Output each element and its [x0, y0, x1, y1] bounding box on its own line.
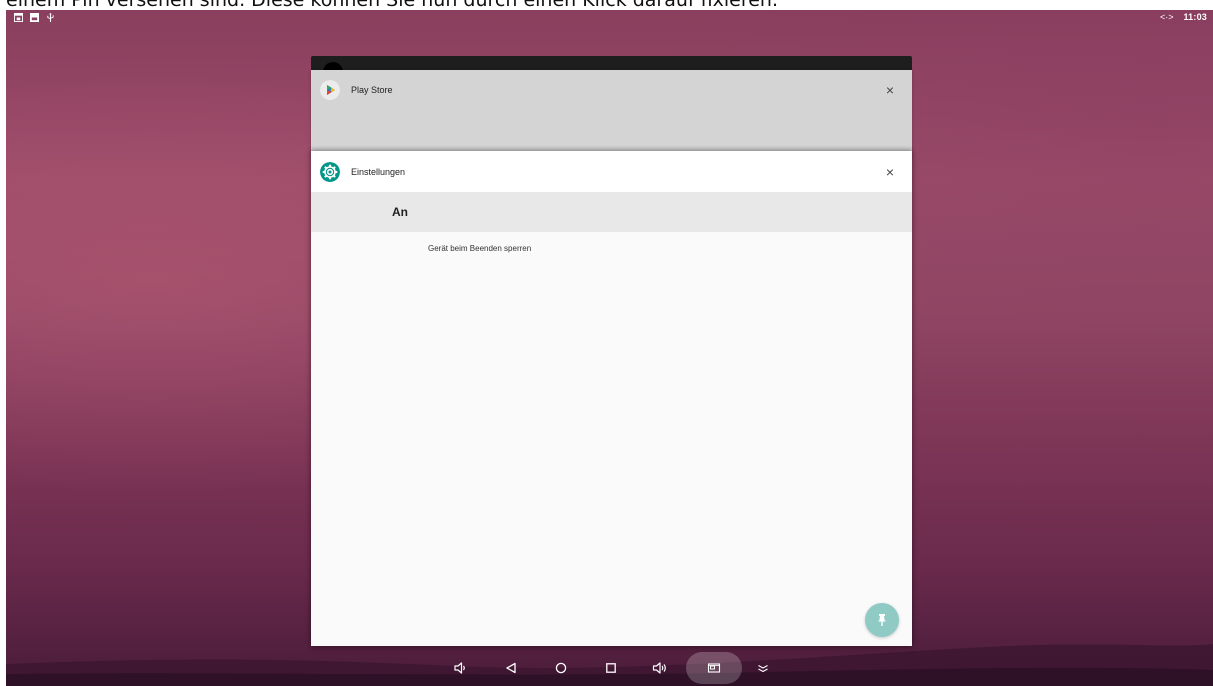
recents-card-background-app[interactable]	[311, 56, 912, 82]
usb-icon	[47, 13, 54, 22]
screenshot-button[interactable]	[703, 659, 725, 677]
back-button[interactable]	[500, 659, 522, 677]
screenshot-icon	[14, 13, 23, 22]
back-icon	[506, 662, 516, 674]
card-title-play-store: Play Store	[351, 85, 393, 95]
screenshot-icon	[707, 663, 721, 673]
home-icon	[555, 662, 567, 674]
card-header: Einstellungen ×	[311, 151, 912, 192]
home-button[interactable]	[550, 659, 572, 677]
volume-down-button[interactable]	[449, 659, 471, 677]
pin-button[interactable]	[865, 603, 899, 637]
navigation-bar	[6, 650, 1213, 686]
android-screen: <·> 11:03 Play Store × Einstellungen × A…	[6, 10, 1213, 686]
toggle-state-row[interactable]: An	[311, 192, 912, 232]
recents-button[interactable]	[600, 659, 622, 677]
volume-up-icon	[652, 662, 666, 674]
volume-down-icon	[454, 662, 465, 674]
volume-up-button[interactable]	[649, 659, 671, 677]
close-play-store-button[interactable]: ×	[882, 82, 898, 98]
toggle-state-label: An	[392, 205, 408, 219]
settings-gear-icon	[320, 161, 340, 182]
recents-icon	[606, 663, 616, 673]
card-title-settings: Einstellungen	[351, 166, 406, 177]
recents-card-settings[interactable]: Einstellungen × An Gerät beim Beenden sp…	[311, 151, 912, 646]
sync-indicator: <·>	[1159, 12, 1174, 22]
status-clock: 11:03	[1183, 12, 1207, 22]
play-store-icon	[320, 80, 340, 100]
page-caption: einem Pin versehen sind. Diese können Si…	[0, 0, 1213, 10]
lock-on-exit-option[interactable]: Gerät beim Beenden sperren	[428, 244, 531, 253]
card-header: Play Store ×	[311, 70, 912, 110]
status-bar: <·> 11:03	[6, 10, 1213, 28]
collapse-icon	[758, 665, 768, 673]
image-icon	[30, 13, 39, 22]
caption-text: einem Pin versehen sind. Diese können Si…	[6, 0, 778, 10]
close-settings-button[interactable]: ×	[882, 164, 898, 180]
collapse-button[interactable]	[752, 659, 774, 677]
recents-card-play-store[interactable]: Play Store ×	[311, 70, 912, 156]
pin-icon	[878, 614, 886, 626]
